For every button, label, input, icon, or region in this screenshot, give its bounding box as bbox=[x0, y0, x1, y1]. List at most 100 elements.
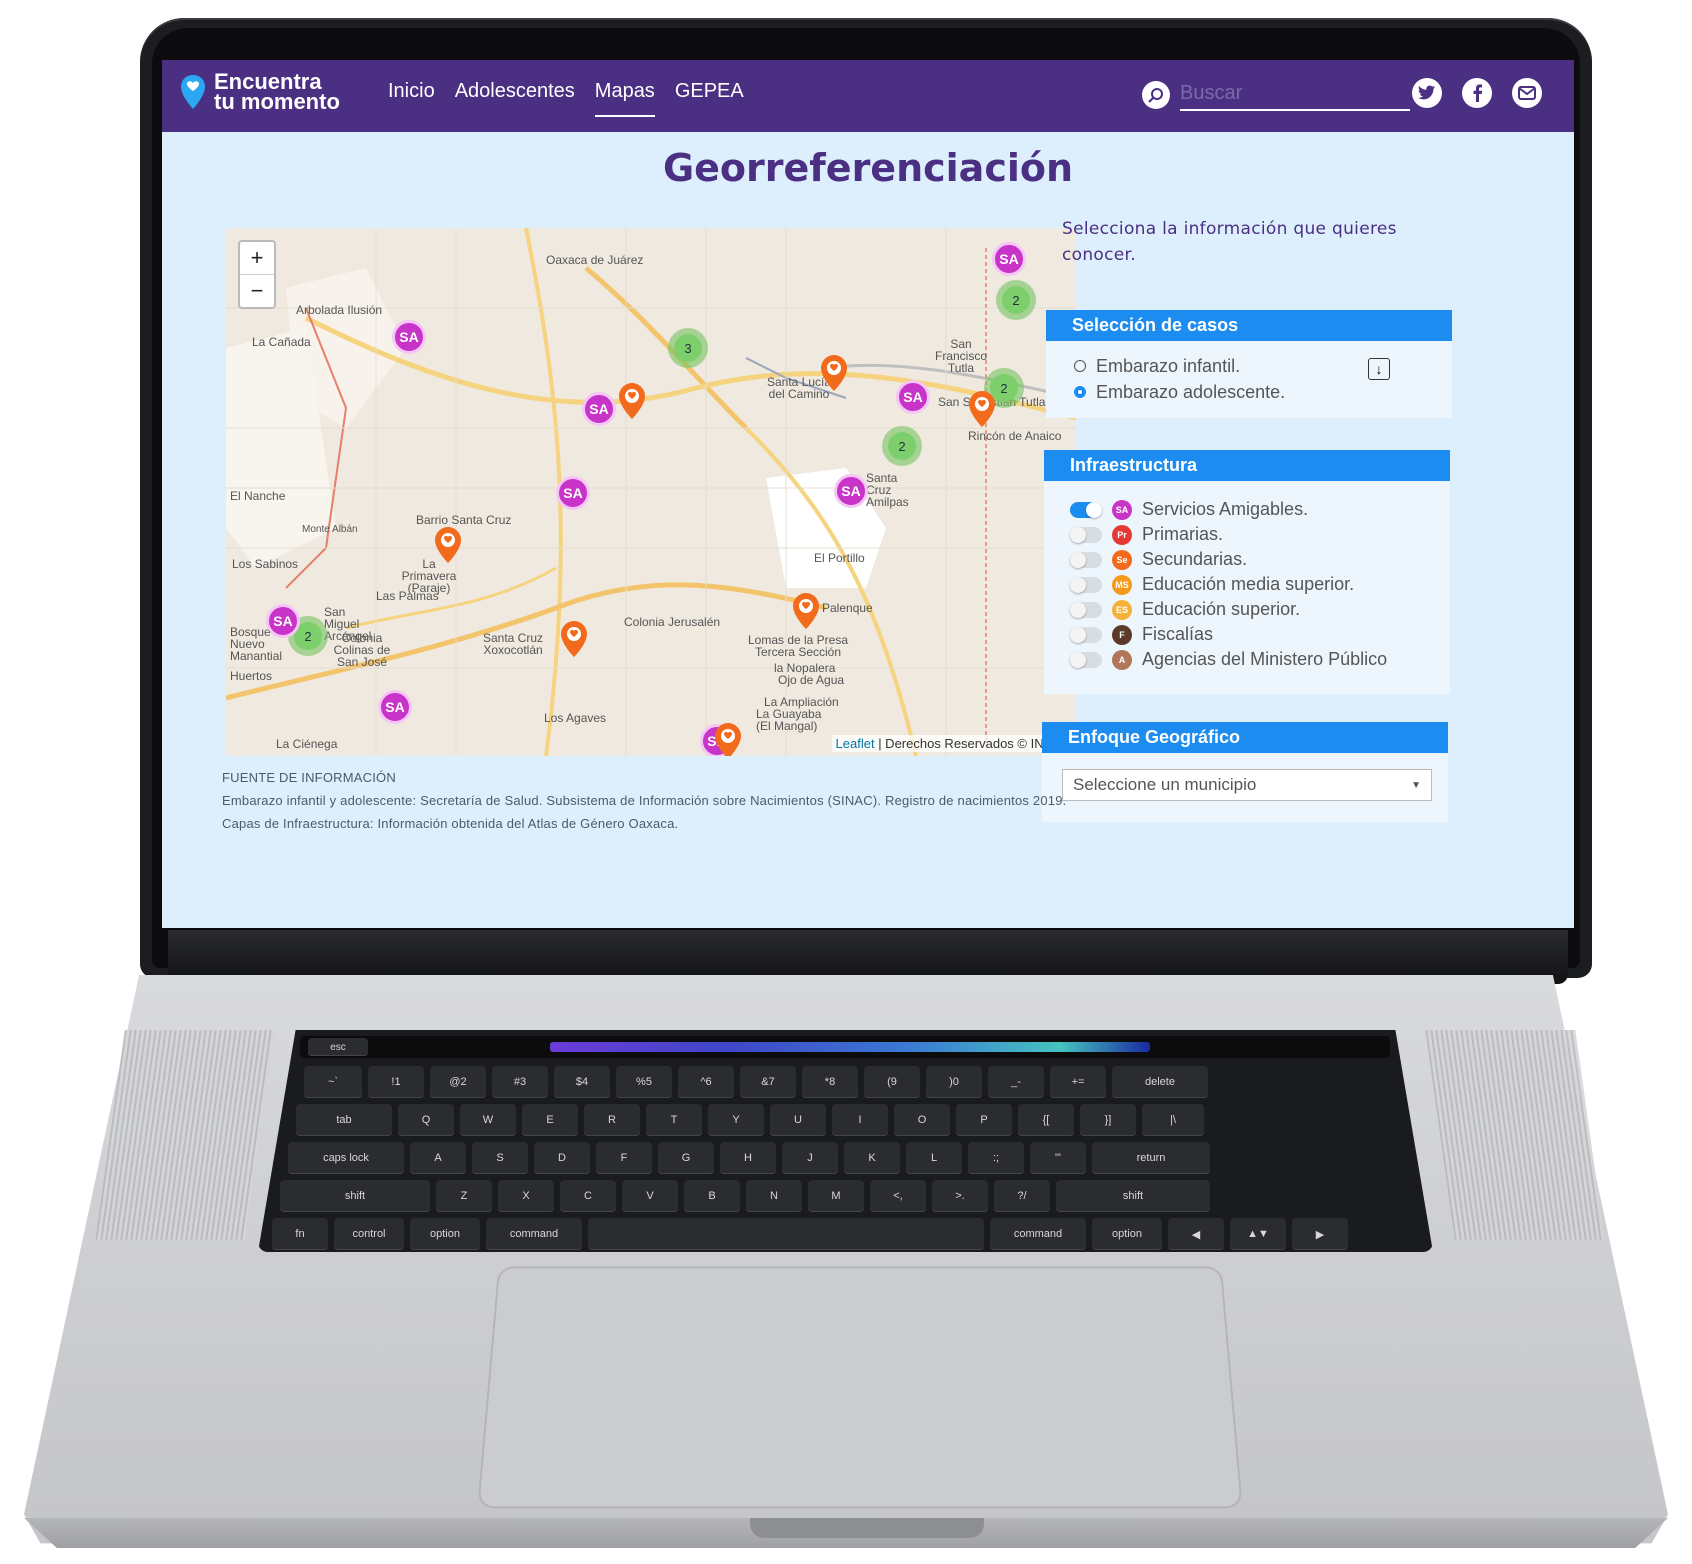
facebook-icon[interactable] bbox=[1462, 78, 1492, 108]
keyboard-key[interactable]: X bbox=[498, 1180, 554, 1212]
nav-gepea[interactable]: GEPEA bbox=[675, 80, 744, 117]
keyboard-key[interactable]: <, bbox=[870, 1180, 926, 1212]
keyboard-key[interactable]: ~` bbox=[304, 1066, 362, 1098]
servicios-amigables-marker[interactable]: SA bbox=[834, 474, 868, 508]
keyboard-key[interactable]: O bbox=[894, 1104, 950, 1136]
keyboard-key[interactable]: B bbox=[684, 1180, 740, 1212]
keyboard-key[interactable]: P bbox=[956, 1104, 1012, 1136]
keyboard-key[interactable]: caps lock bbox=[288, 1142, 404, 1174]
keyboard-key[interactable]: Z bbox=[436, 1180, 492, 1212]
keyboard-key[interactable]: command bbox=[990, 1218, 1086, 1250]
infra-layer-row[interactable]: MS Educación media superior. bbox=[1070, 572, 1450, 597]
keyboard-key[interactable]: )0 bbox=[926, 1066, 982, 1098]
option-embarazo-adolescente[interactable]: Embarazo adolescente. bbox=[1074, 379, 1452, 405]
keyboard-key[interactable]: "' bbox=[1030, 1142, 1086, 1174]
keyboard-key[interactable]: E bbox=[522, 1104, 578, 1136]
nav-inicio[interactable]: Inicio bbox=[388, 80, 435, 117]
keyboard-key[interactable]: fn bbox=[272, 1218, 328, 1250]
keyboard-key[interactable]: I bbox=[832, 1104, 888, 1136]
keyboard-key[interactable]: ▶ bbox=[1292, 1218, 1348, 1250]
keyboard-key[interactable]: @2 bbox=[430, 1066, 486, 1098]
servicios-amigables-marker[interactable]: SA bbox=[992, 242, 1026, 276]
layer-toggle[interactable] bbox=[1070, 601, 1102, 618]
infra-layer-row[interactable]: F Fiscalías bbox=[1070, 622, 1450, 647]
nav-adolescentes[interactable]: Adolescentes bbox=[455, 80, 575, 117]
keyboard-key[interactable]: option bbox=[1092, 1218, 1162, 1250]
keyboard-key[interactable]: T bbox=[646, 1104, 702, 1136]
servicios-amigables-marker[interactable]: SA bbox=[378, 690, 412, 724]
servicios-amigables-marker[interactable]: SA bbox=[582, 392, 616, 426]
radio-embarazo-infantil[interactable] bbox=[1074, 360, 1086, 372]
keyboard-key[interactable]: |\ bbox=[1142, 1104, 1204, 1136]
option-embarazo-infantil[interactable]: Embarazo infantil. bbox=[1074, 353, 1452, 379]
keyboard-key[interactable]: control bbox=[334, 1218, 404, 1250]
keyboard-key[interactable]: ?/ bbox=[994, 1180, 1050, 1212]
search-input[interactable] bbox=[1180, 78, 1410, 111]
twitter-icon[interactable] bbox=[1412, 78, 1442, 108]
layer-toggle[interactable] bbox=[1070, 626, 1102, 643]
keyboard-key[interactable]: ◀ bbox=[1168, 1218, 1224, 1250]
keyboard-key[interactable]: $4 bbox=[554, 1066, 610, 1098]
keyboard-key[interactable]: N bbox=[746, 1180, 802, 1212]
keyboard-key[interactable]: ▲▼ bbox=[1230, 1218, 1286, 1250]
keyboard-key[interactable]: :; bbox=[968, 1142, 1024, 1174]
mail-icon[interactable] bbox=[1512, 78, 1542, 108]
keyboard-key[interactable]: *8 bbox=[802, 1066, 858, 1098]
keyboard-key[interactable]: F bbox=[596, 1142, 652, 1174]
case-pin-icon[interactable] bbox=[618, 382, 646, 420]
keyboard-key[interactable]: L bbox=[906, 1142, 962, 1174]
nav-mapas[interactable]: Mapas bbox=[594, 80, 655, 117]
keyboard-key[interactable] bbox=[588, 1218, 984, 1250]
case-pin-icon[interactable] bbox=[560, 620, 588, 658]
keyboard-key[interactable]: !1 bbox=[368, 1066, 424, 1098]
servicios-amigables-marker[interactable]: SA bbox=[896, 380, 930, 414]
keyboard-key[interactable]: H bbox=[720, 1142, 776, 1174]
download-icon[interactable]: ↓ bbox=[1368, 358, 1390, 380]
zoom-in-button[interactable]: + bbox=[240, 242, 274, 274]
keyboard-key[interactable]: J bbox=[782, 1142, 838, 1174]
case-pin-icon[interactable] bbox=[434, 526, 462, 564]
keyboard-key[interactable]: C bbox=[560, 1180, 616, 1212]
layer-toggle[interactable] bbox=[1070, 651, 1102, 668]
keyboard-key[interactable]: D bbox=[534, 1142, 590, 1174]
zoom-out-button[interactable]: − bbox=[240, 274, 274, 307]
servicios-amigables-marker[interactable]: SA bbox=[556, 476, 590, 510]
keyboard-key[interactable]: V bbox=[622, 1180, 678, 1212]
case-pin-icon[interactable] bbox=[792, 592, 820, 630]
keyboard-key[interactable]: Y bbox=[708, 1104, 764, 1136]
keyboard-key[interactable]: K bbox=[844, 1142, 900, 1174]
touch-bar[interactable]: esc bbox=[300, 1036, 1390, 1058]
keyboard-key[interactable]: >. bbox=[932, 1180, 988, 1212]
site-logo[interactable]: Encuentra tu momento bbox=[180, 71, 340, 113]
keyboard-key[interactable]: delete bbox=[1112, 1066, 1208, 1098]
keyboard-key[interactable]: shift bbox=[280, 1180, 430, 1212]
keyboard-key[interactable]: G bbox=[658, 1142, 714, 1174]
layer-toggle[interactable] bbox=[1070, 501, 1102, 518]
keyboard-key[interactable]: option bbox=[410, 1218, 480, 1250]
case-pin-icon[interactable] bbox=[968, 390, 996, 428]
layer-toggle[interactable] bbox=[1070, 551, 1102, 568]
servicios-amigables-marker[interactable]: SA bbox=[266, 604, 300, 638]
trackpad[interactable] bbox=[477, 1266, 1243, 1509]
keyboard-key[interactable]: shift bbox=[1056, 1180, 1210, 1212]
keyboard-key[interactable]: }] bbox=[1080, 1104, 1136, 1136]
map-cluster[interactable]: 2 bbox=[882, 426, 922, 466]
infra-layer-row[interactable]: A Agencias del Ministero Público bbox=[1070, 647, 1450, 672]
keyboard-key[interactable]: {[ bbox=[1018, 1104, 1074, 1136]
layer-toggle[interactable] bbox=[1070, 576, 1102, 593]
infra-layer-row[interactable]: Pr Primarias. bbox=[1070, 522, 1450, 547]
search-icon[interactable] bbox=[1142, 80, 1170, 109]
infra-layer-row[interactable]: ES Educación superior. bbox=[1070, 597, 1450, 622]
keyboard-key[interactable]: return bbox=[1092, 1142, 1210, 1174]
keyboard-key[interactable]: S bbox=[472, 1142, 528, 1174]
keyboard-key[interactable]: Q bbox=[398, 1104, 454, 1136]
touchbar-color-slider[interactable] bbox=[550, 1042, 1150, 1052]
infra-layer-row[interactable]: Se Secundarias. bbox=[1070, 547, 1450, 572]
leaflet-link[interactable]: Leaflet bbox=[836, 736, 875, 751]
map-view[interactable]: Oaxaca de Juárez Arbolada Ilusión La Cañ… bbox=[226, 228, 1076, 756]
keyboard-key[interactable]: &7 bbox=[740, 1066, 796, 1098]
layer-toggle[interactable] bbox=[1070, 526, 1102, 543]
touchbar-esc-key[interactable]: esc bbox=[308, 1038, 368, 1056]
keyboard-key[interactable]: U bbox=[770, 1104, 826, 1136]
map-cluster[interactable]: 2 bbox=[996, 280, 1036, 320]
